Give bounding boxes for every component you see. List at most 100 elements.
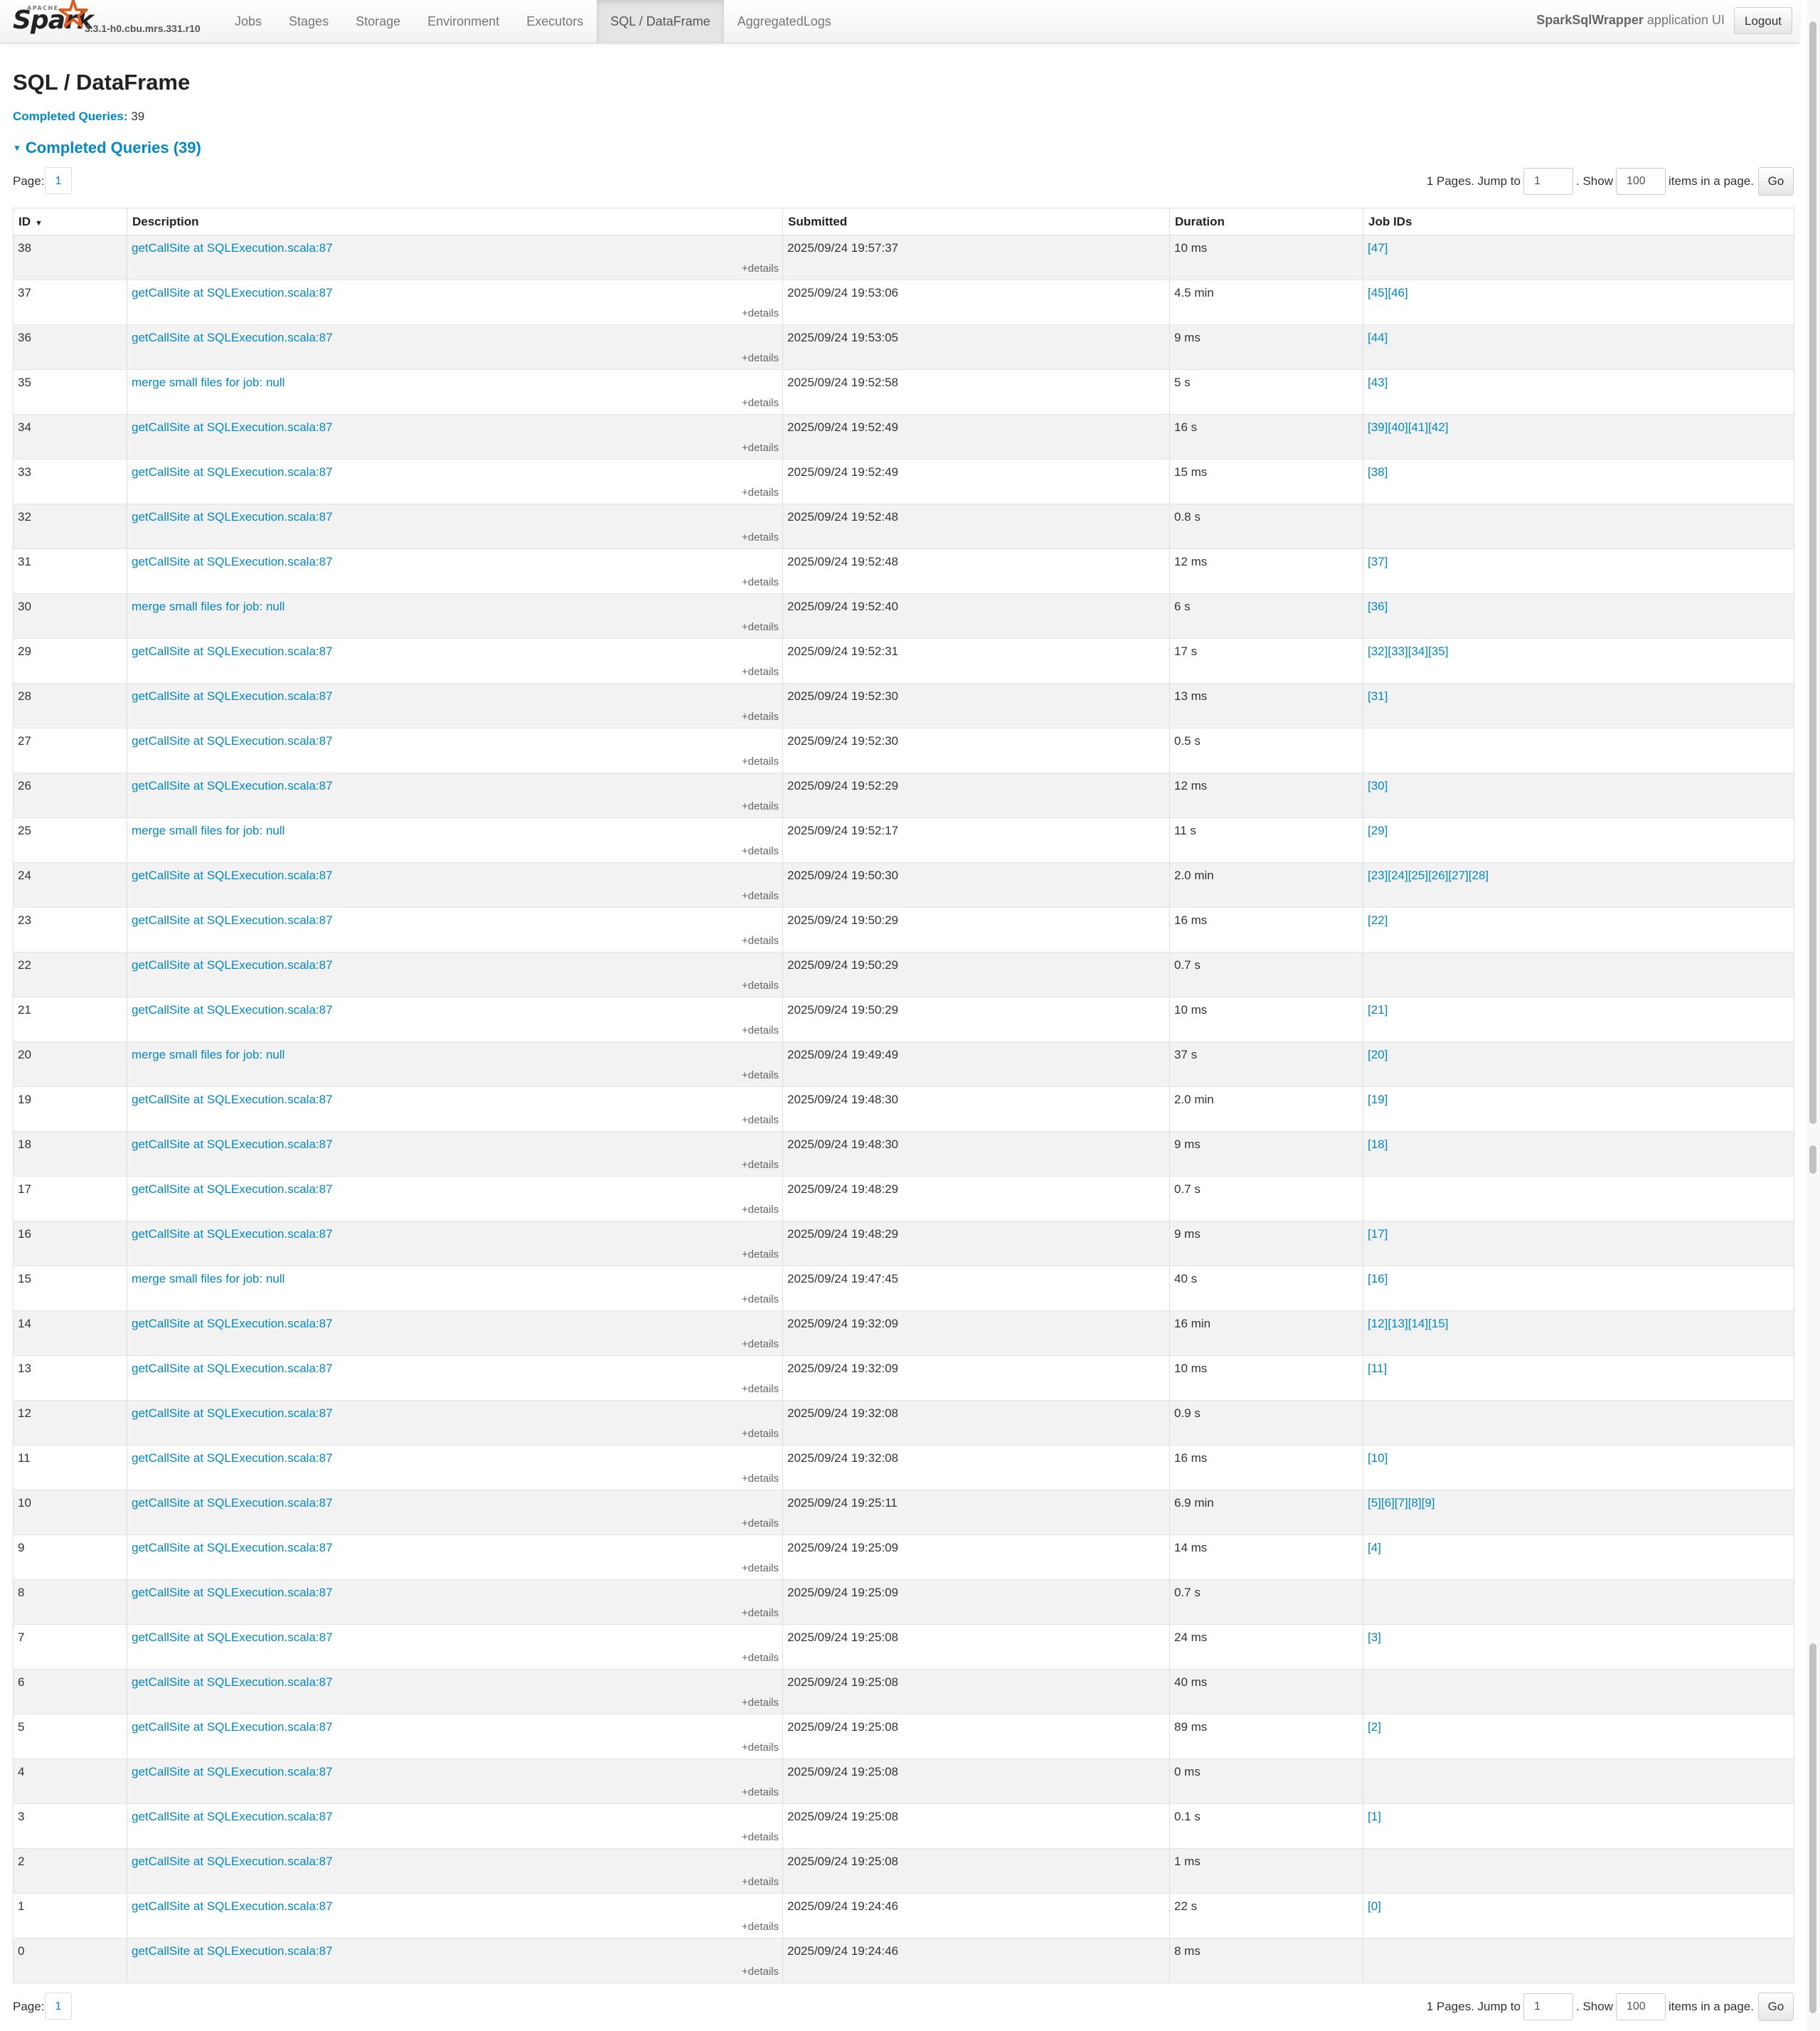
page-size-input[interactable] (1615, 168, 1666, 195)
details-toggle[interactable]: +details (742, 1652, 779, 1664)
jump-to-page-input[interactable] (1523, 1993, 1573, 2020)
query-description-link[interactable]: getCallSite at SQLExecution.scala:87 (132, 1227, 333, 1241)
job-ids-link[interactable]: [1] (1368, 1810, 1381, 1823)
query-description-link[interactable]: getCallSite at SQLExecution.scala:87 (132, 1317, 333, 1330)
query-description-link[interactable]: getCallSite at SQLExecution.scala:87 (132, 645, 333, 658)
nav-tab-environment[interactable]: Environment (414, 0, 513, 43)
job-ids-link[interactable]: [45][46] (1368, 286, 1408, 299)
go-button[interactable]: Go (1758, 167, 1794, 196)
details-toggle[interactable]: +details (742, 352, 779, 364)
details-toggle[interactable]: +details (742, 755, 779, 768)
details-toggle[interactable]: +details (742, 576, 779, 588)
details-toggle[interactable]: +details (742, 845, 779, 857)
details-toggle[interactable]: +details (742, 263, 779, 275)
logout-button[interactable]: Logout (1734, 7, 1792, 34)
job-ids-link[interactable]: [29] (1368, 824, 1388, 837)
job-ids-link[interactable]: [31] (1368, 689, 1388, 703)
job-ids-link[interactable]: [3] (1368, 1630, 1381, 1644)
query-description-link[interactable]: getCallSite at SQLExecution.scala:87 (132, 555, 333, 568)
query-description-link[interactable]: getCallSite at SQLExecution.scala:87 (132, 1406, 333, 1420)
details-toggle[interactable]: +details (742, 1921, 779, 1933)
nav-tab-sql-dataframe[interactable]: SQL / DataFrame (597, 0, 724, 43)
query-description-link[interactable]: merge small files for job: null (132, 1048, 284, 1061)
query-description-link[interactable]: getCallSite at SQLExecution.scala:87 (132, 1630, 333, 1644)
query-description-link[interactable]: getCallSite at SQLExecution.scala:87 (132, 1944, 333, 1958)
details-toggle[interactable]: +details (742, 1876, 779, 1888)
query-description-link[interactable]: getCallSite at SQLExecution.scala:87 (132, 1810, 333, 1823)
job-ids-link[interactable]: [37] (1368, 555, 1388, 568)
details-toggle[interactable]: +details (742, 1786, 779, 1798)
details-toggle[interactable]: +details (742, 1607, 779, 1619)
query-description-link[interactable]: getCallSite at SQLExecution.scala:87 (132, 1720, 333, 1734)
query-description-link[interactable]: getCallSite at SQLExecution.scala:87 (132, 779, 333, 792)
query-description-link[interactable]: getCallSite at SQLExecution.scala:87 (132, 331, 333, 344)
job-ids-link[interactable]: [2] (1368, 1720, 1381, 1734)
details-toggle[interactable]: +details (742, 1473, 779, 1485)
job-ids-link[interactable]: [17] (1368, 1227, 1388, 1241)
column-header-duration[interactable]: Duration (1169, 208, 1363, 235)
nav-tab-executors[interactable]: Executors (513, 0, 597, 43)
job-ids-link[interactable]: [38] (1368, 465, 1388, 479)
job-ids-link[interactable]: [44] (1368, 331, 1388, 344)
scrollbar-thumb[interactable] (1809, 21, 1816, 1124)
job-ids-link[interactable]: [18] (1368, 1138, 1388, 1151)
query-description-link[interactable]: merge small files for job: null (132, 376, 284, 389)
query-description-link[interactable]: getCallSite at SQLExecution.scala:87 (132, 1541, 333, 1554)
job-ids-link[interactable]: [43] (1368, 376, 1388, 389)
details-toggle[interactable]: +details (742, 397, 779, 409)
details-toggle[interactable]: +details (742, 1741, 779, 1754)
query-description-link[interactable]: merge small files for job: null (132, 1272, 284, 1285)
details-toggle[interactable]: +details (742, 1069, 779, 1081)
query-description-link[interactable]: getCallSite at SQLExecution.scala:87 (132, 241, 333, 255)
details-toggle[interactable]: +details (742, 711, 779, 723)
details-toggle[interactable]: +details (742, 1383, 779, 1395)
job-ids-link[interactable]: [10] (1368, 1451, 1388, 1465)
page-1-link[interactable]: 1 (45, 167, 72, 194)
query-description-link[interactable]: getCallSite at SQLExecution.scala:87 (132, 1855, 333, 1868)
query-description-link[interactable]: getCallSite at SQLExecution.scala:87 (132, 286, 333, 299)
details-toggle[interactable]: +details (742, 531, 779, 543)
query-description-link[interactable]: getCallSite at SQLExecution.scala:87 (132, 1003, 333, 1017)
query-description-link[interactable]: getCallSite at SQLExecution.scala:87 (132, 1451, 333, 1465)
details-toggle[interactable]: +details (742, 1562, 779, 1574)
query-description-link[interactable]: merge small files for job: null (132, 600, 284, 613)
details-toggle[interactable]: +details (742, 1248, 779, 1261)
column-header-id[interactable]: ID ▼ (13, 208, 127, 235)
job-ids-link[interactable]: [22] (1368, 913, 1388, 927)
details-toggle[interactable]: +details (742, 1024, 779, 1036)
query-description-link[interactable]: getCallSite at SQLExecution.scala:87 (132, 689, 333, 703)
query-description-link[interactable]: getCallSite at SQLExecution.scala:87 (132, 465, 333, 479)
go-button[interactable]: Go (1758, 1993, 1794, 2021)
job-ids-link[interactable]: [12][13][14][15] (1368, 1317, 1448, 1330)
query-description-link[interactable]: getCallSite at SQLExecution.scala:87 (132, 510, 333, 524)
details-toggle[interactable]: +details (742, 1831, 779, 1843)
query-description-link[interactable]: getCallSite at SQLExecution.scala:87 (132, 1362, 333, 1375)
details-toggle[interactable]: +details (742, 1428, 779, 1440)
page-size-input[interactable] (1615, 1993, 1666, 2020)
details-toggle[interactable]: +details (742, 666, 779, 678)
query-description-link[interactable]: getCallSite at SQLExecution.scala:87 (132, 1093, 333, 1106)
details-toggle[interactable]: +details (742, 487, 779, 499)
details-toggle[interactable]: +details (742, 1293, 779, 1305)
query-description-link[interactable]: getCallSite at SQLExecution.scala:87 (132, 913, 333, 927)
query-description-link[interactable]: getCallSite at SQLExecution.scala:87 (132, 869, 333, 882)
job-ids-link[interactable]: [20] (1368, 1048, 1388, 1061)
details-toggle[interactable]: +details (742, 890, 779, 902)
job-ids-link[interactable]: [23][24][25][26][27][28] (1368, 869, 1489, 882)
details-toggle[interactable]: +details (742, 307, 779, 319)
job-ids-link[interactable]: [30] (1368, 779, 1388, 792)
job-ids-link[interactable]: [16] (1368, 1272, 1388, 1285)
details-toggle[interactable]: +details (742, 935, 779, 947)
page-1-link[interactable]: 1 (45, 1993, 72, 2020)
jump-to-page-input[interactable] (1523, 168, 1573, 195)
job-ids-link[interactable]: [32][33][34][35] (1368, 645, 1448, 658)
query-description-link[interactable]: getCallSite at SQLExecution.scala:87 (132, 1496, 333, 1510)
details-toggle[interactable]: +details (742, 1159, 779, 1171)
details-toggle[interactable]: +details (742, 1966, 779, 1978)
query-description-link[interactable]: merge small files for job: null (132, 824, 284, 837)
column-header-description[interactable]: Description (127, 208, 783, 235)
query-description-link[interactable]: getCallSite at SQLExecution.scala:87 (132, 1675, 333, 1689)
details-toggle[interactable]: +details (742, 1517, 779, 1529)
query-description-link[interactable]: getCallSite at SQLExecution.scala:87 (132, 1899, 333, 1913)
query-description-link[interactable]: getCallSite at SQLExecution.scala:87 (132, 1765, 333, 1778)
